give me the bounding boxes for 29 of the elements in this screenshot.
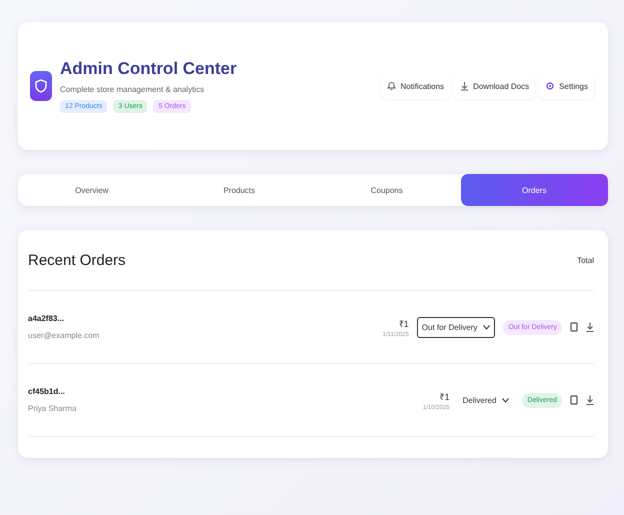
tab[interactable]: Products [166, 174, 313, 206]
customer-name: user@example.com [28, 331, 100, 340]
customer-name: Priya Sharma [28, 404, 76, 413]
settings-button[interactable]: Settings [539, 73, 594, 99]
tab[interactable]: Overview [18, 174, 166, 206]
shield-icon [30, 71, 52, 101]
page-subtitle: Complete store management & analytics [60, 85, 206, 94]
status-select[interactable]: Delivered [458, 390, 514, 410]
page-title: Admin Control Center [60, 59, 237, 79]
chevron-down-icon [502, 398, 510, 402]
tab[interactable]: Orders [460, 174, 608, 206]
orders-count: Total [577, 256, 594, 264]
chevron-down-icon [483, 324, 490, 330]
download-icon[interactable] [586, 395, 594, 405]
order-id: cf45b1d... [28, 387, 66, 396]
order-id: a4a2f83... [28, 314, 66, 323]
download-button[interactable]: Download Docs [454, 73, 536, 99]
order-amount: ₹1 [398, 318, 409, 330]
status-select[interactable]: Out for Delivery [416, 316, 496, 338]
download-icon [460, 81, 470, 91]
download-icon[interactable] [586, 322, 594, 332]
section-title: Recent Orders [28, 252, 126, 268]
tab[interactable]: Coupons [313, 174, 460, 206]
view-icon[interactable] [570, 322, 578, 332]
notifications-button[interactable]: Notifications [381, 73, 450, 99]
bell-icon [387, 81, 396, 91]
settings-icon [545, 81, 556, 91]
order-amount: ₹1 [440, 390, 450, 402]
view-icon[interactable] [570, 395, 578, 405]
